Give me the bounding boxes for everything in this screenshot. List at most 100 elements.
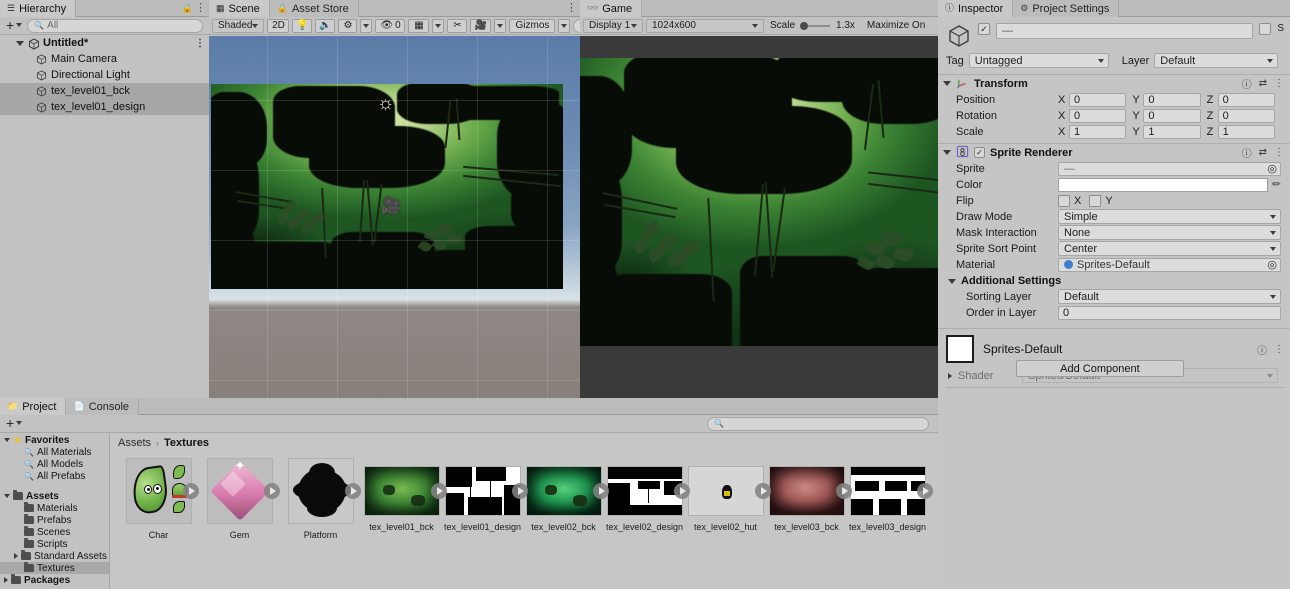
axis-z-field[interactable]: Z0	[1207, 92, 1281, 107]
asset-expand-icon[interactable]	[263, 483, 280, 499]
asset-expand-icon[interactable]	[592, 483, 609, 499]
breadcrumb-root[interactable]: Assets	[118, 437, 151, 449]
sprite-renderer-menu-icon[interactable]: ⋮	[1274, 147, 1284, 158]
scene-menu-icon[interactable]: ⋮	[566, 2, 577, 14]
resolution-dropdown[interactable]: 1024x600	[646, 18, 764, 33]
hierarchy-scene-root[interactable]: Untitled* ⋮	[0, 35, 209, 51]
preset-icon[interactable]: ⇄	[1259, 147, 1267, 158]
asset-thumbnail[interactable]	[363, 466, 447, 516]
scene-menu-icon[interactable]: ⋮	[195, 38, 205, 49]
game-viewport[interactable]	[580, 36, 938, 418]
project-tree-item[interactable]: Assets	[0, 490, 109, 502]
asset-item[interactable]: Platform	[280, 458, 361, 540]
chevron-down-icon[interactable]	[16, 40, 24, 46]
asset-thumbnail[interactable]: ✦	[206, 458, 280, 524]
flip-x-checkbox[interactable]	[1058, 194, 1070, 207]
static-checkbox[interactable]	[1259, 23, 1272, 35]
project-tree-item[interactable]: 🔍 All Models	[0, 458, 109, 470]
asset-thumbnail[interactable]	[525, 466, 609, 516]
gizmos-button[interactable]: Gizmos	[509, 18, 556, 33]
hierarchy-search-input[interactable]: 🔍 All	[27, 18, 203, 33]
tab-game[interactable]: 👓 Game	[580, 0, 643, 17]
scale-slider[interactable]	[800, 21, 831, 30]
snap-tools-button[interactable]: ✂	[447, 18, 468, 33]
asset-item[interactable]: tex_level03_bck	[766, 458, 852, 540]
preset-icon[interactable]: ⇄	[1259, 78, 1267, 89]
help-icon[interactable]: ⓘ	[1242, 76, 1252, 91]
asset-thumbnail[interactable]	[444, 466, 528, 516]
slider-handle[interactable]	[800, 21, 809, 30]
lock-icon[interactable]: 🔒	[182, 3, 193, 14]
camera-gizmo[interactable]: 🎥	[381, 199, 401, 215]
axis-x-field[interactable]: X1	[1058, 124, 1132, 139]
layer-dropdown[interactable]: Default	[1154, 53, 1278, 68]
asset-item[interactable]: tex_level02_design	[604, 458, 690, 540]
scene-camera-button[interactable]: 🎥	[470, 18, 492, 33]
eyedropper-icon[interactable]: ✎	[1270, 178, 1284, 192]
add-component-button[interactable]: Add Component	[1015, 360, 1184, 377]
axis-z-field[interactable]: Z0	[1207, 108, 1281, 123]
chevron-right-icon[interactable]	[948, 372, 952, 379]
asset-expand-icon[interactable]	[430, 483, 447, 499]
axis-y-input[interactable]: 0	[1143, 108, 1201, 123]
axis-y-input[interactable]: 1	[1143, 124, 1201, 139]
chevron-down-icon[interactable]	[943, 150, 951, 155]
scene-search-input[interactable]: 🔍 All	[573, 18, 580, 33]
object-picker-icon[interactable]: ◎	[1267, 162, 1277, 175]
help-icon[interactable]: ⓘ	[1257, 342, 1267, 357]
chevron-right-icon[interactable]	[4, 577, 8, 583]
hierarchy-menu-icon[interactable]: ⋮	[195, 2, 206, 14]
grid-button[interactable]: ▦	[408, 18, 430, 33]
asset-expand-icon[interactable]	[182, 483, 199, 499]
asset-expand-icon[interactable]	[511, 483, 528, 499]
chevron-down-icon[interactable]	[4, 438, 10, 442]
transform-menu-icon[interactable]: ⋮	[1274, 78, 1284, 89]
tab-hierarchy[interactable]: ☰ Hierarchy	[0, 0, 77, 17]
axis-y-field[interactable]: Y0	[1132, 108, 1206, 123]
audio-toggle-button[interactable]: 🔈	[315, 18, 336, 33]
breadcrumb-current[interactable]: Textures	[164, 437, 209, 449]
grid-dropdown[interactable]	[432, 18, 445, 33]
asset-thumbnail[interactable]	[687, 466, 771, 516]
hierarchy-item[interactable]: Directional Light	[0, 67, 209, 83]
tab-scene[interactable]: ▦ Scene	[209, 0, 270, 17]
help-icon[interactable]: ⓘ	[1242, 145, 1252, 160]
object-picker-icon[interactable]: ◎	[1267, 258, 1277, 271]
tab-inspector[interactable]: ⓘ Inspector	[938, 0, 1014, 17]
project-tree-item[interactable]: 🔍 All Prefabs	[0, 470, 109, 482]
maximize-on-play-button[interactable]: Maximize On	[862, 19, 930, 33]
draw-mode-dropdown[interactable]: Shaded	[212, 18, 265, 33]
asset-thumbnail[interactable]	[606, 466, 690, 516]
sprite-renderer-component-header[interactable]: ✓ Sprite Renderer ⓘ ⇄ ⋮	[938, 143, 1290, 161]
project-tree-item[interactable]: Scripts	[0, 538, 109, 550]
hierarchy-item[interactable]: tex_level01_bck	[0, 83, 209, 99]
create-object-button[interactable]: +	[3, 18, 24, 32]
transform-component-header[interactable]: Transform ⓘ ⇄ ⋮	[938, 74, 1290, 92]
project-tree-item[interactable]: Scenes	[0, 526, 109, 538]
material-object-field[interactable]: Sprites-Default ◎	[1058, 257, 1281, 272]
asset-thumbnail[interactable]	[125, 458, 199, 524]
axis-z-field[interactable]: Z1	[1207, 124, 1281, 139]
sprite-sort-point-dropdown[interactable]: Center	[1058, 241, 1281, 256]
color-swatch-field[interactable]	[1058, 177, 1268, 192]
scene-viewport[interactable]: ☼ 🎥	[209, 36, 580, 418]
material-menu-icon[interactable]: ⋮	[1274, 344, 1284, 355]
lighting-toggle-button[interactable]: 💡	[292, 18, 313, 33]
project-tree-item[interactable]: Packages	[0, 574, 109, 586]
scene-camera-dropdown[interactable]	[494, 18, 507, 33]
axis-x-input[interactable]: 0	[1069, 108, 1127, 123]
axis-z-input[interactable]: 1	[1217, 124, 1275, 139]
additional-settings-header[interactable]: Additional Settings	[938, 273, 1290, 289]
asset-item[interactable]: tex_level01_design	[442, 458, 528, 540]
fx-toggle-button[interactable]: ⚙	[338, 18, 358, 33]
axis-x-input[interactable]: 1	[1069, 124, 1127, 139]
sorting-layer-dropdown[interactable]: Default	[1058, 289, 1281, 304]
tab-asset-store[interactable]: 🔒 Asset Store	[269, 0, 359, 17]
project-tree-item[interactable]: Standard Assets	[0, 550, 109, 562]
sprite-renderer-enabled-checkbox[interactable]: ✓	[974, 147, 985, 158]
tab-console[interactable]: 📄 Console	[66, 398, 140, 415]
scene-visibility-button[interactable]: 👁 0	[375, 18, 406, 33]
hierarchy-item[interactable]: tex_level01_design	[0, 99, 209, 115]
axis-x-field[interactable]: X0	[1058, 108, 1132, 123]
asset-thumbnail[interactable]	[768, 466, 852, 516]
